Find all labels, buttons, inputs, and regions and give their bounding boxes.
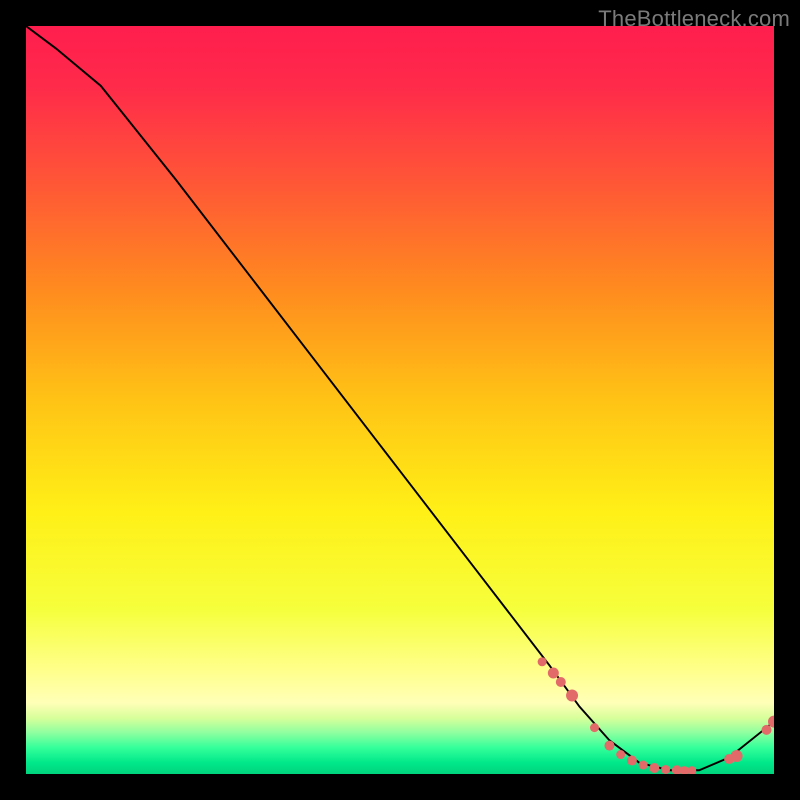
marker-dot [616, 750, 625, 759]
marker-dot [661, 765, 670, 774]
marker-dot [548, 668, 559, 679]
marker-dot [649, 763, 659, 773]
gradient-background [26, 26, 774, 774]
marker-dot [566, 689, 578, 701]
marker-dot [762, 725, 772, 735]
marker-dot [604, 741, 614, 751]
marker-dot [731, 750, 743, 762]
bottleneck-chart [26, 26, 774, 774]
marker-dot [556, 677, 566, 687]
marker-dot [627, 756, 637, 766]
chart-svg [26, 26, 774, 774]
watermark-text: TheBottleneck.com [598, 6, 790, 32]
marker-dot [590, 723, 599, 732]
marker-dot [538, 657, 547, 666]
marker-dot [639, 761, 648, 770]
